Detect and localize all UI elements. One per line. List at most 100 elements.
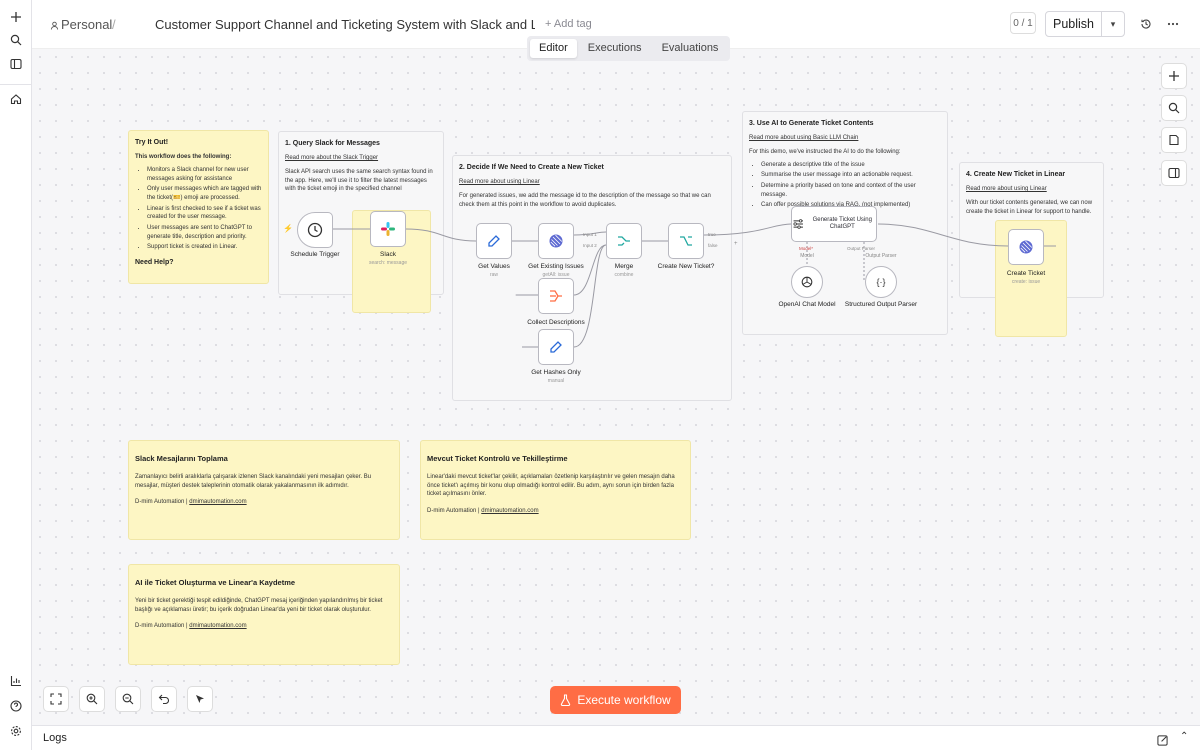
node-structured-output-parser[interactable]: {·} xyxy=(865,266,897,298)
add-connection-icon[interactable]: + xyxy=(734,241,738,247)
node-create-ticket[interactable] xyxy=(1008,229,1044,265)
sticky-try-it-out[interactable]: Try It Out! This workflow does the follo… xyxy=(128,130,269,284)
home-icon[interactable] xyxy=(6,89,26,109)
search-nodes-button[interactable] xyxy=(1161,95,1187,121)
sticky-note-icon xyxy=(1169,134,1179,146)
node-label: Slack xyxy=(380,251,396,258)
sticky-dedupe-tr[interactable]: Mevcut Ticket Kontrolü ve Tekilleştirme … xyxy=(420,440,691,540)
sticky-bullet: Generate a descriptive title of the issu… xyxy=(761,161,941,170)
view-tabs: Editor Executions Evaluations xyxy=(527,36,731,61)
sticky-link[interactable]: Read more about using Linear xyxy=(966,185,1097,194)
edit-pen-icon xyxy=(550,341,562,353)
flask-icon xyxy=(561,694,571,706)
node-merge[interactable] xyxy=(606,223,642,259)
signature-link[interactable]: dmimautomation.com xyxy=(481,508,538,514)
undo-button[interactable] xyxy=(151,686,177,712)
sticky-link[interactable]: Read more about the Slack Trigger xyxy=(285,154,437,163)
project-breadcrumb[interactable]: Personal xyxy=(50,17,112,32)
sticky-title: 4. Create New Ticket in Linear xyxy=(966,171,1066,178)
edit-pen-icon xyxy=(488,235,500,247)
undo-icon xyxy=(158,694,169,705)
sticky-body: Slack API search uses the same search sy… xyxy=(285,168,433,193)
panel-icon xyxy=(1168,167,1180,179)
node-schedule-trigger[interactable] xyxy=(297,212,333,248)
plus-icon[interactable] xyxy=(6,7,26,27)
node-collect-descriptions[interactable] xyxy=(538,278,574,314)
history-icon[interactable] xyxy=(1138,16,1154,32)
linear-icon xyxy=(1019,240,1033,254)
node-slack[interactable] xyxy=(370,211,406,247)
sticky-bullet: Only user messages which are tagged with… xyxy=(147,185,262,202)
node-generate-ticket-chatgpt[interactable]: Generate Ticket Using ChatGPT xyxy=(791,206,877,242)
signature-link[interactable]: dmimautomation.com xyxy=(189,623,246,629)
sticky-note-button[interactable] xyxy=(1161,127,1187,153)
json-braces-icon: {·} xyxy=(876,277,886,287)
search-icon[interactable] xyxy=(6,30,26,50)
openai-icon xyxy=(801,276,813,288)
node-label: Generate Ticket Using ChatGPT xyxy=(812,216,872,230)
zoom-in-button[interactable] xyxy=(79,686,105,712)
sticky-body: Zamanlayıcı belirli aralıklarla çalışara… xyxy=(135,473,372,489)
sidebar-toggle-icon[interactable] xyxy=(6,54,26,74)
tab-evaluations[interactable]: Evaluations xyxy=(653,39,728,58)
if-branch-icon xyxy=(680,236,692,246)
version-counter[interactable]: 0 / 1 xyxy=(1010,12,1036,34)
sticky-bullet: User messages are sent to ChatGPT to gen… xyxy=(147,224,262,241)
sticky-bullet: Monitors a Slack channel for new user me… xyxy=(147,166,262,183)
sticky-body: Linear'daki mevcut ticket'lar çekilir, a… xyxy=(427,473,675,498)
node-subtitle: search: message xyxy=(368,260,408,266)
help-icon[interactable] xyxy=(6,696,26,716)
sticky-link[interactable]: Read more about using Basic LLM Chain xyxy=(749,134,941,143)
sticky-body: For this demo, we've instructed the AI t… xyxy=(749,148,901,155)
sticky-slack-collect-tr[interactable]: Slack Mesajlarını Toplama Zamanlayıcı be… xyxy=(128,440,400,540)
sticky-body: Yeni bir ticket gerektiği tespit edildiğ… xyxy=(135,597,383,613)
add-tag-button[interactable]: + Add tag xyxy=(545,18,592,30)
workflow-canvas[interactable]: 1. Query Slack for Messages Read more ab… xyxy=(32,48,1200,725)
sticky-link[interactable]: Read more about using Linear xyxy=(459,178,725,187)
search-icon xyxy=(1168,102,1180,114)
tidy-up-button[interactable] xyxy=(187,686,213,712)
sticky-title: Try It Out! xyxy=(135,139,169,146)
merge-icon xyxy=(618,236,630,246)
port-label: Input 2 xyxy=(583,243,597,248)
node-get-values[interactable] xyxy=(476,223,512,259)
insights-icon[interactable] xyxy=(6,671,26,691)
port-label: true xyxy=(708,232,716,237)
tab-executions[interactable]: Executions xyxy=(579,39,651,58)
sticky-ai-ticket-tr[interactable]: AI ile Ticket Oluşturma ve Linear'a Kayd… xyxy=(128,564,400,665)
execute-workflow-button[interactable]: Execute workflow xyxy=(550,686,681,714)
pop-out-icon[interactable] xyxy=(1157,733,1168,750)
tab-editor[interactable]: Editor xyxy=(530,39,577,58)
zoom-to-fit-button[interactable] xyxy=(43,686,69,712)
port-label: Output Parser xyxy=(847,246,876,251)
node-label: Get Hashes Only xyxy=(531,369,581,376)
publish-button[interactable]: Publish ▾ xyxy=(1045,11,1125,37)
sticky-section-2[interactable]: 2. Decide If We Need to Create a New Tic… xyxy=(452,155,732,401)
node-label: Collect Descriptions xyxy=(527,319,585,326)
toggle-panel-button[interactable] xyxy=(1161,160,1187,186)
node-create-new-ticket-if[interactable] xyxy=(668,223,704,259)
chain-icon xyxy=(793,219,803,229)
top-bar: Personal / Customer Support Channel and … xyxy=(32,0,1200,61)
node-get-hashes-only[interactable] xyxy=(538,329,574,365)
port-label: false xyxy=(708,243,718,248)
sticky-help-heading: Need Help? xyxy=(135,259,174,267)
chevron-down-icon[interactable]: ▾ xyxy=(1102,19,1124,30)
logs-panel[interactable]: Logs ⌃ xyxy=(32,725,1200,750)
zoom-out-button[interactable] xyxy=(115,686,141,712)
workflow-title[interactable]: Customer Support Channel and Ticketing S… xyxy=(155,17,535,32)
node-openai-chat-model[interactable] xyxy=(791,266,823,298)
chevron-up-icon[interactable]: ⌃ xyxy=(1180,731,1188,742)
node-subtitle: combine xyxy=(614,272,634,278)
left-rail xyxy=(0,0,32,750)
more-options-icon[interactable] xyxy=(1165,16,1181,32)
settings-icon[interactable] xyxy=(6,721,26,741)
lightning-icon: ⚡ xyxy=(283,224,293,233)
signature-link[interactable]: dmimautomation.com xyxy=(189,499,246,505)
port-label: Model* xyxy=(799,246,814,251)
add-node-button[interactable] xyxy=(1161,63,1187,89)
linear-icon xyxy=(549,234,563,248)
publish-label: Publish xyxy=(1046,12,1102,36)
node-get-existing-issues[interactable] xyxy=(538,223,574,259)
sticky-signature: D-mim Automation | dmimautomation.com xyxy=(427,507,539,514)
